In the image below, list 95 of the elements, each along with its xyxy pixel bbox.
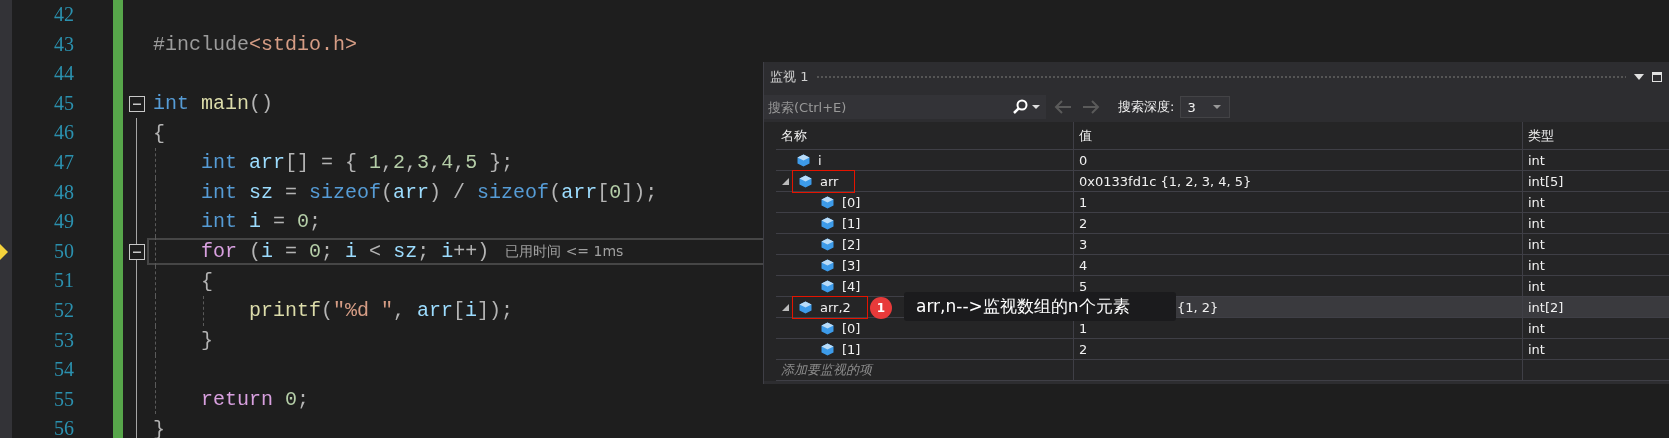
collapse-icon[interactable] xyxy=(129,95,145,112)
elapsed-time-hint: 已用时间 <= 1ms xyxy=(505,242,624,261)
watch-name: [1] xyxy=(842,215,861,231)
cube-icon xyxy=(821,321,834,335)
watch-row[interactable]: [3] 4 int xyxy=(764,255,1669,276)
expand-triangle-icon[interactable] xyxy=(782,177,789,185)
line-number: 45 xyxy=(54,91,74,114)
line-number: 49 xyxy=(54,210,74,233)
collapse-icon[interactable] xyxy=(129,243,145,260)
code-line: } xyxy=(201,328,213,352)
watch-type: int xyxy=(1528,236,1545,252)
line-number: 50 xyxy=(54,239,74,262)
dropdown-icon[interactable] xyxy=(1634,74,1644,80)
watch-row[interactable]: [0] 1 int xyxy=(764,192,1669,213)
watch-value: 3 xyxy=(1079,236,1088,252)
watch-row[interactable]: arr 0x0133fd1c {1, 2, 3, 4, 5} int[5] xyxy=(764,171,1669,192)
watch-row[interactable]: [2] 3 int xyxy=(764,234,1669,255)
code-line: int sz = sizeof(arr) / sizeof(arr[0]); xyxy=(201,180,658,204)
code-line: int arr[] = { 1,2,3,4,5 }; xyxy=(201,151,514,175)
cube-icon xyxy=(797,153,810,167)
watch-row[interactable]: [1] 2 int xyxy=(764,339,1669,360)
indent-guide xyxy=(203,295,204,326)
line-number: 42 xyxy=(54,3,74,25)
column-header[interactable]: 名称 xyxy=(781,126,807,145)
cube-icon xyxy=(821,342,834,356)
watch-type: int xyxy=(1528,152,1545,168)
watch-name: i xyxy=(818,152,822,168)
watch-value: 2 xyxy=(1079,341,1088,357)
cube-icon xyxy=(821,195,834,209)
watch-name: [2] xyxy=(842,236,861,252)
cube-icon xyxy=(821,279,834,293)
code-line: } xyxy=(153,417,165,438)
watch-row[interactable]: i 0 int xyxy=(764,150,1669,171)
line-number: 47 xyxy=(54,150,74,173)
line-number: 53 xyxy=(54,328,74,351)
watch-type: int xyxy=(1528,215,1545,231)
watch-type: int xyxy=(1528,278,1545,294)
watch-type: int[5] xyxy=(1528,173,1564,189)
watch-type: int xyxy=(1528,194,1545,210)
code-line: return 0; xyxy=(201,388,310,411)
line-number: 51 xyxy=(54,269,74,292)
annotation-tooltip: arr,n-->监视数组的n个元素 xyxy=(904,292,1176,321)
search-depth-label: 搜索深度: xyxy=(1118,98,1175,116)
code-line: { xyxy=(153,121,165,145)
watch-name: [1] xyxy=(842,341,861,357)
watch-value: 1 xyxy=(1079,320,1088,336)
watch-name: arr xyxy=(820,173,839,189)
line-number: 44 xyxy=(54,62,74,85)
search-field[interactable]: 搜索(Ctrl+E) xyxy=(764,95,1046,119)
watch-name: [0] xyxy=(842,320,861,336)
watch-type: int xyxy=(1528,341,1545,357)
code-line: int main() xyxy=(153,92,274,116)
line-number: 43 xyxy=(54,32,74,55)
caret-icon xyxy=(1213,105,1222,109)
line-number: 46 xyxy=(54,121,74,144)
cube-icon xyxy=(821,237,834,251)
code-line: { xyxy=(201,269,213,293)
watch-name: [3] xyxy=(842,257,861,273)
expand-triangle-icon[interactable] xyxy=(782,303,789,311)
line-number: 55 xyxy=(54,387,74,410)
search-icon[interactable] xyxy=(1012,99,1028,115)
watch-value: 0x0133fd1c {1, 2, 3, 4, 5} xyxy=(1079,173,1252,189)
watch-value: 4 xyxy=(1079,257,1088,273)
caret-icon[interactable] xyxy=(1032,105,1040,109)
line-number: 48 xyxy=(54,180,74,203)
line-number: 52 xyxy=(54,298,74,321)
watch-name: [0] xyxy=(842,194,861,210)
column-header[interactable]: 类型 xyxy=(1528,126,1554,145)
watch-value: 2 xyxy=(1079,215,1088,231)
cube-icon xyxy=(821,216,834,230)
cube-icon xyxy=(799,174,812,188)
cube-icon xyxy=(799,300,812,314)
search-depth-dropdown[interactable]: 3 xyxy=(1180,96,1231,118)
watch-value: 0 xyxy=(1079,152,1088,168)
watch-type: int[2] xyxy=(1528,299,1564,315)
step-badge: 1 xyxy=(870,297,892,319)
line-number: 56 xyxy=(54,417,74,438)
code-line: #include<stdio.h> xyxy=(153,32,358,56)
watch-value: {1, 2} xyxy=(1177,299,1219,315)
column-header[interactable]: 值 xyxy=(1079,126,1092,145)
code-line: printf("%d ", arr[i]); xyxy=(249,299,514,323)
watch-type: int xyxy=(1528,320,1545,336)
add-watch-placeholder[interactable]: 添加要监视的项 xyxy=(781,361,872,379)
watch-name: arr,2 xyxy=(820,299,851,315)
watch-name: [4] xyxy=(842,278,861,294)
watch-value: 5 xyxy=(1079,278,1088,294)
cube-icon xyxy=(821,258,834,272)
code-line: int i = 0; xyxy=(201,210,322,234)
code-line: for (i = 0; i < sz; i++) xyxy=(201,240,490,264)
line-number: 54 xyxy=(54,358,74,381)
watch-type: int xyxy=(1528,257,1545,273)
panel-title: 监视 1 xyxy=(770,68,809,86)
maximize-icon[interactable] xyxy=(1652,72,1662,82)
watch-row[interactable]: [1] 2 int xyxy=(764,213,1669,234)
watch-value: 1 xyxy=(1079,194,1088,210)
